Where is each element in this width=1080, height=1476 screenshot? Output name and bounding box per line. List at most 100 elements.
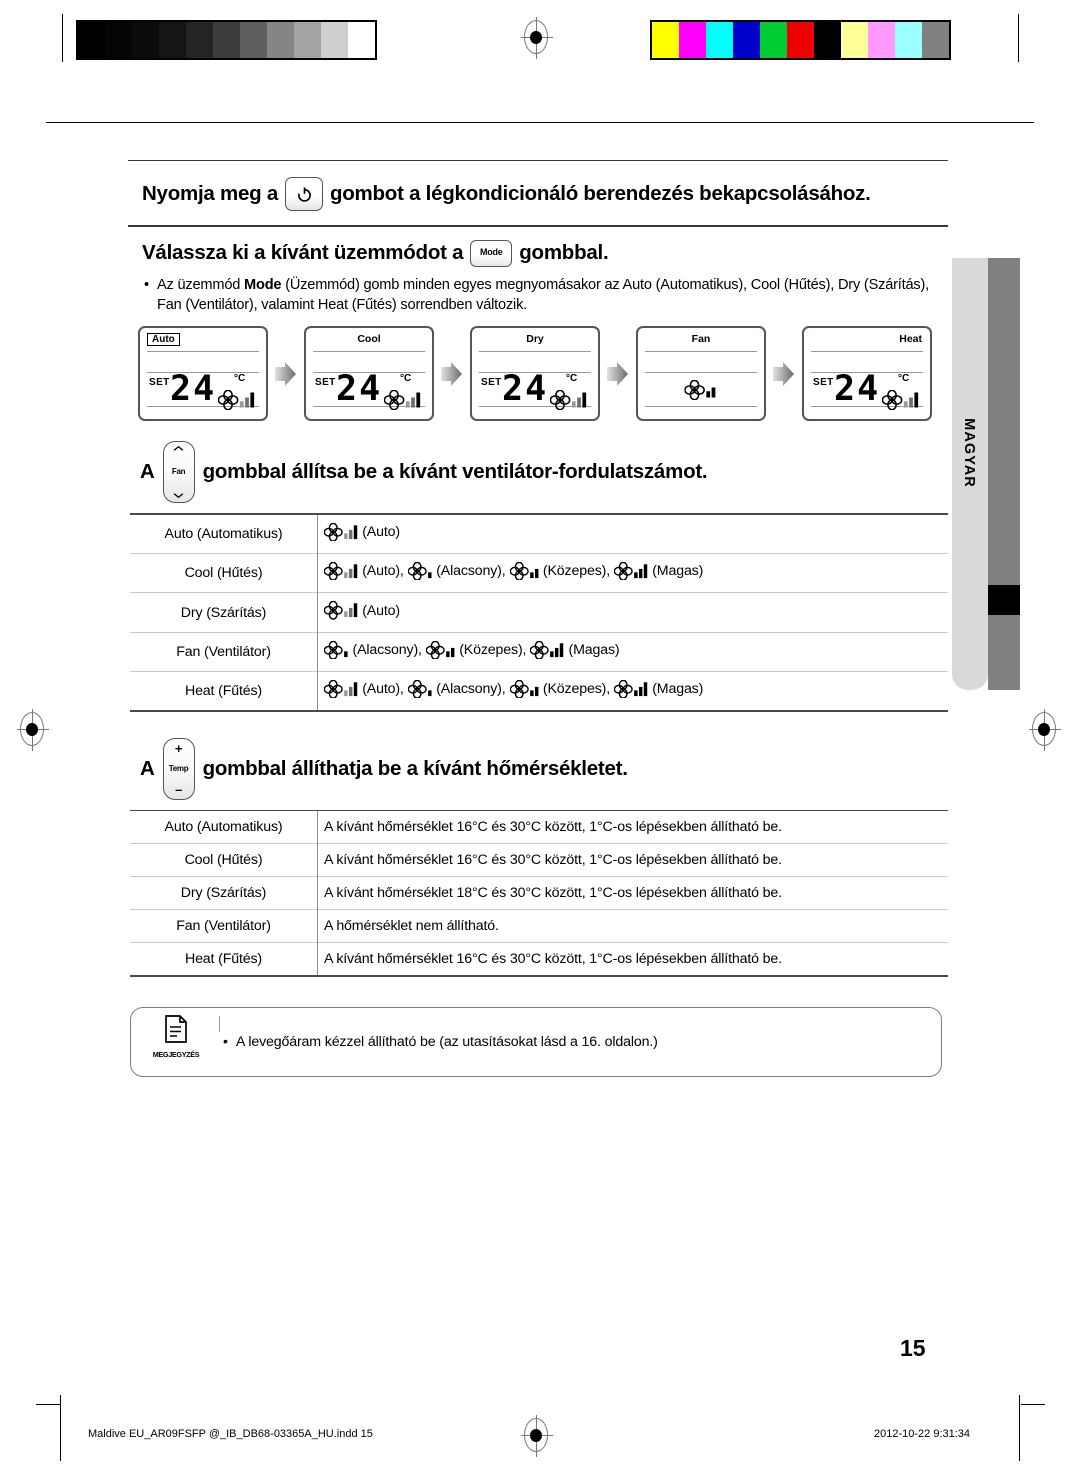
- lcd-temperature: 24: [170, 369, 217, 410]
- temperature-button[interactable]: + Temp –: [162, 737, 195, 800]
- fan-speed-item: (Magas): [614, 561, 704, 581]
- fan-speed-label: (Auto),: [362, 563, 404, 580]
- fan-speed-item: (Auto): [324, 601, 400, 620]
- lcd-display-dry: Dry SET 24 °C: [470, 326, 600, 422]
- color-swatch-5: [787, 22, 814, 58]
- note-text-row: • A levegőáram kézzel állítható be (az u…: [223, 1034, 658, 1050]
- fan-speed-icon-auto: [881, 390, 918, 411]
- fan-speed-label: (Alacsony),: [352, 641, 422, 658]
- lcd-unit: °C: [234, 373, 246, 385]
- mode-heading: Válassza ki a kívánt üzemmódot a Mode go…: [128, 227, 948, 271]
- color-calibration-bar: [650, 20, 951, 60]
- fan-speed-item: (Magas): [530, 640, 620, 660]
- gray-swatch-10: [348, 22, 375, 58]
- fan-heading: A Fan gombbal állítsa be a kívánt ventil…: [128, 427, 948, 513]
- fan-speed-icon-high: [614, 561, 648, 581]
- plus-icon: +: [174, 740, 183, 756]
- fan-speed-icon-auto: [217, 390, 254, 411]
- color-swatch-7: [841, 22, 868, 58]
- gray-swatch-6: [240, 22, 267, 58]
- mode-button[interactable]: Mode: [470, 239, 513, 267]
- gray-swatch-8: [294, 22, 321, 58]
- manual-page: MAGYAR Nyomja meg a gombot a légkondicio…: [0, 0, 1080, 1476]
- fan-speed-icon-auto: [324, 601, 358, 620]
- lcd-temperature: 24: [336, 369, 383, 410]
- registration-mark-top: [521, 17, 553, 59]
- temp-row-mode: Heat (Fűtés): [130, 942, 318, 976]
- lcd-mode-label: Heat: [899, 333, 922, 346]
- fan-speed-item: (Magas): [614, 680, 703, 699]
- fan-heading-text-before: A: [140, 460, 155, 484]
- gray-swatch-0: [78, 22, 105, 58]
- lcd-fan-indicator: [217, 390, 256, 411]
- table-row: Cool (Hűtés) A kívánt hőmérséklet 16°C és…: [130, 843, 948, 877]
- color-swatch-9: [895, 22, 922, 58]
- fan-row-mode: Fan (Ventilátor): [130, 632, 318, 672]
- lcd-fan-indicator: [881, 390, 920, 411]
- sequence-arrow-icon: [607, 361, 628, 386]
- page-number: 15: [900, 1335, 926, 1361]
- fan-speed-item: (Közepes),: [509, 561, 610, 581]
- fan-speed-icon-low: [324, 640, 348, 660]
- fan-row-speeds: (Auto): [318, 515, 949, 554]
- footer-tick-right: [1021, 1404, 1045, 1406]
- temp-row-description: A kívánt hőmérséklet 18°C és 30°C között…: [324, 885, 782, 902]
- lcd-temperature: 24: [834, 369, 881, 410]
- temp-row-mode: Auto (Automatikus): [130, 811, 318, 844]
- note-bullet-dot: •: [223, 1033, 228, 1050]
- mode-heading-text-after: gombbal.: [519, 241, 609, 265]
- fan-row-mode: Dry (Szárítás): [130, 592, 318, 633]
- fan-speed-button[interactable]: Fan: [162, 441, 195, 504]
- fan-speed-label: (Auto),: [362, 681, 404, 698]
- lcd-line-1: [645, 351, 757, 353]
- fan-speed-icon-medium: [684, 380, 716, 401]
- lcd-mode-label: Fan: [691, 333, 711, 346]
- sequence-arrow-icon: [773, 361, 794, 386]
- fan-speed-item: (Auto): [324, 522, 400, 541]
- chevron-up-icon: [173, 445, 184, 451]
- fan-row-speeds: (Alacsony), (Közepes), (Magas): [318, 632, 949, 671]
- fan-row-speeds: (Auto), (Alacsony), (Közepes), (Magas): [318, 553, 949, 592]
- lcd-unit: °C: [898, 373, 910, 385]
- fan-speed-table: Auto (Automatikus) (Auto) Cool (Hűtés) (Aut…: [130, 514, 949, 711]
- table-row: Cool (Hűtés) (Auto), (Alacsony), (Közepes),…: [130, 553, 949, 593]
- lcd-display-auto: Auto SET 24 °C: [138, 326, 268, 422]
- page-edge-strip: [988, 258, 1020, 690]
- header-rule: [46, 122, 1034, 124]
- page-edge-marker: [988, 585, 1020, 615]
- footer-timestamp: 2012-10-22 9:31:34: [874, 1428, 971, 1440]
- registration-mark-left: [17, 709, 49, 751]
- fan-speed-icon-auto: [549, 390, 586, 411]
- power-button[interactable]: [285, 177, 323, 212]
- gray-swatch-5: [213, 22, 240, 58]
- mode-heading-text-before: Válassza ki a kívánt üzemmódot a: [142, 241, 464, 265]
- lcd-set-label: SET: [481, 377, 502, 389]
- lcd-line-1: [313, 351, 425, 353]
- document-icon: [165, 1015, 187, 1043]
- temp-row-description: A kívánt hőmérséklet 16°C és 30°C között…: [324, 852, 782, 869]
- fan-row-mode: Cool (Hűtés): [130, 553, 318, 593]
- fan-row-speeds: (Auto): [318, 593, 949, 632]
- temp-heading: A + Temp – gombbal állíthatja be a kíván…: [128, 712, 948, 810]
- temp-row-description: A kívánt hőmérséklet 16°C és 30°C között…: [324, 951, 782, 968]
- chevron-down-icon: [173, 493, 184, 499]
- table-row: Auto (Automatikus) A kívánt hőmérséklet 1…: [130, 811, 948, 844]
- lcd-set-label: SET: [315, 377, 336, 389]
- footer-rule-left: [60, 1395, 62, 1461]
- lcd-line-1: [479, 351, 591, 353]
- fan-speed-item: (Alacsony),: [407, 680, 506, 699]
- table-row: Dry (Szárítás) (Auto): [130, 592, 949, 633]
- fan-speed-label: (Magas): [568, 641, 620, 658]
- color-swatch-1: [679, 22, 706, 58]
- fan-speed-label: (Magas): [652, 563, 704, 580]
- color-swatch-8: [868, 22, 895, 58]
- color-swatch-2: [706, 22, 733, 58]
- fan-speed-icon-medium: [425, 640, 455, 660]
- lcd-temperature: 24: [502, 369, 549, 410]
- footer-rule-right: [1019, 1395, 1021, 1461]
- temp-heading-text-before: A: [140, 757, 155, 781]
- fan-speed-icon-medium: [509, 561, 538, 581]
- power-heading: Nyomja meg a gombot a légkondicionáló be…: [128, 161, 948, 225]
- note-separator: [219, 1015, 220, 1032]
- registration-mark-right: [1029, 709, 1061, 751]
